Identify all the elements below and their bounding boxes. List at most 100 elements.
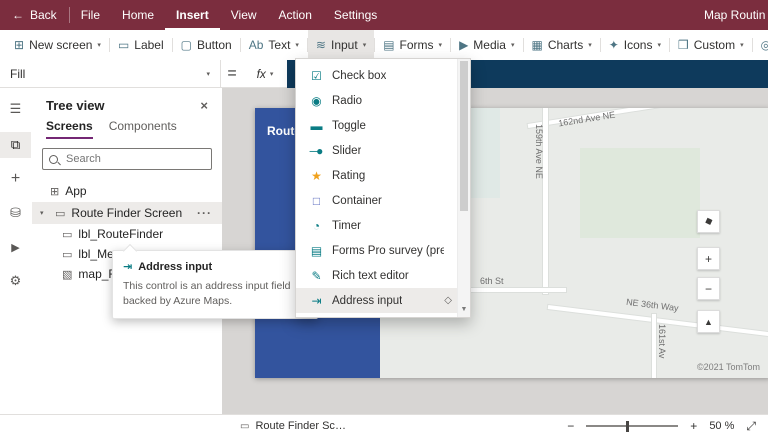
back-label: Back [30, 8, 57, 22]
map-pitch-button[interactable]: ▲ [697, 310, 720, 333]
street-label: 162nd Ave NE [558, 110, 616, 129]
tree-item-app[interactable]: ⊞ App [32, 180, 222, 202]
menu-insert[interactable]: Insert [165, 0, 220, 30]
chevron-down-icon: ▾ [511, 41, 515, 49]
ribbon-label: Text [268, 38, 290, 52]
menu-item-timer[interactable]: ◔ Timer [296, 213, 470, 238]
ribbon-charts[interactable]: ▦ Charts ▾ [524, 30, 600, 60]
map-park-shading [580, 148, 700, 238]
app-title: Map Routin [704, 8, 768, 22]
menu-home[interactable]: Home [111, 0, 165, 30]
menu-item-label: Radio [332, 95, 362, 107]
menu-item-radio[interactable]: ◉ Radio [296, 88, 470, 113]
zoom-in-button[interactable]: + [690, 419, 697, 433]
overflow-menu-icon[interactable]: ··· [197, 206, 222, 220]
fx-selector[interactable]: fx ▾ [243, 60, 287, 88]
menu-item-rating[interactable]: ★ Rating [296, 163, 470, 188]
chevron-down-icon: ▾ [657, 41, 661, 49]
ribbon-label: Forms [400, 38, 434, 52]
menu-view[interactable]: View [220, 0, 268, 30]
ribbon-button-control[interactable]: ▢ Button [173, 30, 240, 60]
advanced-tools-icon[interactable]: ⚙ [0, 268, 31, 294]
menu-item-label: Rating [332, 170, 365, 182]
fit-to-window-icon[interactable]: ⤢ [746, 419, 756, 434]
ribbon-new-screen[interactable]: ⊞ New screen ▾ [6, 30, 109, 60]
status-screen-selector[interactable]: ▭ Route Finder Screen [240, 420, 347, 432]
property-selector[interactable]: Fill ▾ [0, 60, 221, 88]
chevron-down-icon: ▾ [588, 41, 592, 49]
menu-item-check-box[interactable]: ☑ Check box [296, 63, 470, 88]
map-compass-button[interactable]: ◆ [697, 210, 720, 233]
ribbon-label-control[interactable]: ▭ Label [110, 30, 172, 60]
custom-icon: ❒ [678, 39, 689, 51]
ribbon-forms[interactable]: ▤ Forms ▾ [375, 30, 450, 60]
menu-item-label: Rich text editor [332, 270, 409, 282]
menu-item-slider[interactable]: ─● Slider [296, 138, 470, 163]
ribbon-text[interactable]: Ab Text ▾ [241, 30, 307, 60]
tree-item-label: App [65, 184, 86, 198]
forms-pro-survey-icon: ▤ [308, 244, 323, 258]
forms-icon: ▤ [383, 39, 394, 51]
zoom-slider[interactable] [586, 425, 678, 427]
insert-ribbon: ⊞ New screen ▾ ▭ Label ▢ Button Ab Text … [0, 30, 768, 61]
ribbon-icons[interactable]: ✦ Icons ▾ [601, 30, 669, 60]
menu-item-toggle[interactable]: ▬ Toggle [296, 113, 470, 138]
tree-item-route-finder-screen[interactable]: ▾ ▭ Route Finder Screen ··· [32, 202, 222, 224]
map-zoom-out-button[interactable]: − [697, 277, 720, 300]
menu-item-address-input[interactable]: ⇥ Address input ◇ [296, 288, 470, 313]
hamburger-menu-icon[interactable]: ☰ [0, 96, 31, 122]
toggle-icon: ▬ [308, 119, 323, 133]
close-icon[interactable]: × [196, 98, 212, 113]
menu-item-label: Slider [332, 145, 361, 157]
status-bar: ▭ Route Finder Screen − + 50 % ⤢ [0, 414, 768, 437]
menu-item-label: Address input [332, 295, 402, 307]
ribbon-label: Label [134, 38, 163, 52]
road-161st-ave [652, 314, 656, 378]
tab-components[interactable]: Components [109, 119, 177, 139]
ribbon-ai-builder[interactable]: ◎ AI Bui [753, 30, 768, 60]
app-icon: ⊞ [50, 185, 59, 198]
menu-scrollbar[interactable]: ▼ [457, 59, 470, 317]
chevron-down-icon[interactable]: ▾ [40, 209, 49, 217]
menu-file[interactable]: File [70, 0, 111, 30]
menu-item-container[interactable]: □ Container [296, 188, 470, 213]
fx-label: fx [257, 67, 266, 81]
data-icon[interactable]: ⛁ [0, 200, 31, 226]
equals-sign: = [221, 60, 243, 88]
tree-item-label: Route Finder Screen [71, 206, 182, 220]
scroll-down-arrow-icon[interactable]: ▼ [458, 303, 470, 316]
tree-tabs: Screens Components [32, 117, 222, 139]
search-input[interactable] [64, 152, 205, 166]
menu-item-label: Forms Pro survey (preview) [332, 245, 444, 257]
media-icon[interactable]: ▶ [0, 234, 31, 260]
zoom-slider-thumb[interactable] [626, 421, 629, 432]
compass-icon: ◆ [703, 215, 714, 228]
tab-screens[interactable]: Screens [46, 119, 93, 139]
zoom-out-button[interactable]: − [567, 419, 574, 433]
tree-view-icon[interactable]: ⧉ [0, 132, 31, 158]
menu-settings[interactable]: Settings [323, 0, 388, 30]
charts-icon: ▦ [532, 39, 543, 51]
map-control-icon: ▧ [62, 268, 72, 281]
tooltip-body: This control is an address input field b… [123, 279, 307, 308]
input-dropdown-menu: ☑ Check box ◉ Radio ▬ Toggle ─● Slider ★… [295, 58, 471, 318]
tree-item-lbl-routefinder[interactable]: ▭ lbl_RouteFinder [32, 224, 222, 244]
screen-icon: ▭ [55, 207, 65, 220]
radio-icon: ◉ [308, 94, 323, 108]
checkbox-icon: ☑ [308, 69, 323, 83]
screen-icon: ▭ [240, 421, 249, 432]
map-zoom-in-button[interactable]: + [697, 247, 720, 270]
scrollbar-thumb[interactable] [460, 61, 468, 211]
address-input-icon: ⇥ [308, 294, 323, 308]
menu-item-rich-text-editor[interactable]: ✎ Rich text editor [296, 263, 470, 288]
ribbon-label: Media [473, 38, 506, 52]
back-button[interactable]: ← Back [0, 8, 69, 22]
ribbon-input[interactable]: ≋ Input ▾ [308, 30, 374, 60]
address-input-tooltip: ⇥ Address input This control is an addre… [112, 250, 318, 319]
ribbon-custom[interactable]: ❒ Custom ▾ [670, 30, 752, 60]
menu-action[interactable]: Action [268, 0, 323, 30]
insert-plus-icon[interactable]: + [0, 166, 31, 192]
tree-search-box[interactable] [42, 148, 212, 170]
menu-item-forms-pro-survey[interactable]: ▤ Forms Pro survey (preview) [296, 238, 470, 263]
ribbon-media[interactable]: ▶ Media ▾ [451, 30, 522, 60]
